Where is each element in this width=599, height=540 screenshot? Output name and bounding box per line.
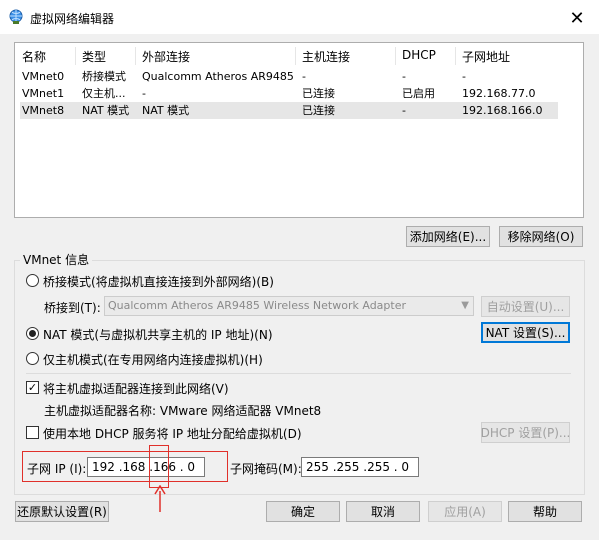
help-button[interactable]: 帮助 [508, 501, 582, 522]
cell-external: Qualcomm Atheros AR9485 ... [142, 70, 298, 83]
column-divider [135, 47, 136, 65]
column-header-dhcp[interactable]: DHCP [402, 48, 436, 62]
window-title: 虚拟网络编辑器 [30, 12, 115, 26]
divider [26, 373, 571, 374]
cell-subnet: 192.168.77.0 [462, 87, 536, 100]
remove-network-button[interactable]: 移除网络(O) [499, 226, 583, 247]
restore-defaults-button[interactable]: 还原默认设置(R) [15, 501, 109, 522]
vmnet-info-label: VMnet 信息 [20, 251, 93, 268]
use-dhcp-checkbox[interactable] [26, 426, 39, 439]
table-row[interactable]: VMnet0 桥接模式 Qualcomm Atheros AR9485 ... … [20, 68, 558, 85]
column-divider [75, 47, 76, 65]
cancel-button[interactable]: 取消 [346, 501, 420, 522]
column-divider [395, 47, 396, 65]
nat-mode-radio[interactable] [26, 327, 39, 340]
hostonly-mode-label[interactable]: 仅主机模式(在专用网络内连接虚拟机)(H) [43, 351, 263, 368]
auto-settings-button[interactable]: 自动设置(U)... [481, 296, 570, 317]
use-dhcp-label[interactable]: 使用本地 DHCP 服务将 IP 地址分配给虚拟机(D) [43, 425, 302, 442]
adapter-name-label: 主机虚拟适配器名称: VMware 网络适配器 VMnet8 [44, 404, 322, 418]
column-header-external[interactable]: 外部连接 [142, 48, 190, 65]
annotation-arrow-icon [154, 485, 166, 512]
subnet-ip-label: 子网 IP (I): [27, 462, 87, 476]
cell-type: NAT 模式 [82, 104, 130, 117]
chevron-down-icon: ▼ [461, 300, 469, 311]
annotation-octet-highlight [149, 445, 169, 488]
cell-external: NAT 模式 [142, 104, 190, 117]
bridged-to-select[interactable]: Qualcomm Atheros AR9485 Wireless Network… [104, 296, 474, 316]
subnet-ip-field[interactable]: 192 .168 .166 . 0 [87, 457, 205, 477]
cell-name: VMnet0 [22, 70, 65, 83]
close-button[interactable]: ✕ [562, 5, 592, 31]
cell-type: 仅主机... [82, 87, 126, 100]
nat-mode-label[interactable]: NAT 模式(与虚拟机共享主机的 IP 地址)(N) [43, 326, 273, 343]
table-row-selected[interactable]: VMnet8 NAT 模式 NAT 模式 已连接 - 192.168.166.0 [20, 102, 558, 119]
connect-adapter-checkbox[interactable]: ✓ [26, 381, 39, 394]
column-header-host[interactable]: 主机连接 [302, 48, 350, 65]
add-network-button[interactable]: 添加网络(E)... [406, 226, 490, 247]
cell-name: VMnet1 [22, 87, 65, 100]
bridged-mode-label[interactable]: 桥接模式(将虚拟机直接连接到外部网络)(B) [43, 273, 274, 290]
column-header-type[interactable]: 类型 [82, 48, 106, 65]
cell-external: - [142, 87, 146, 100]
cell-subnet: 192.168.166.0 [462, 104, 543, 117]
bridged-mode-radio[interactable] [26, 274, 39, 287]
network-table[interactable]: 名称 类型 外部连接 主机连接 DHCP 子网地址 VMnet0 桥接模式 Qu… [14, 42, 584, 218]
ok-button[interactable]: 确定 [266, 501, 340, 522]
apply-button[interactable]: 应用(A) [428, 501, 502, 522]
nat-settings-button[interactable]: NAT 设置(S)... [481, 322, 570, 343]
cell-dhcp: 已启用 [402, 87, 435, 100]
subnet-mask-field[interactable]: 255 .255 .255 . 0 [301, 457, 419, 477]
cell-name: VMnet8 [22, 104, 65, 117]
cell-dhcp: - [402, 104, 406, 117]
hostonly-mode-radio[interactable] [26, 352, 39, 365]
column-divider [295, 47, 296, 65]
bridged-to-value: Qualcomm Atheros AR9485 Wireless Network… [108, 299, 406, 312]
subnet-mask-label: 子网掩码(M): [230, 462, 302, 476]
cell-dhcp: - [402, 70, 406, 83]
column-header-name[interactable]: 名称 [22, 48, 46, 65]
column-header-subnet[interactable]: 子网地址 [462, 48, 510, 65]
column-divider [455, 47, 456, 65]
connect-adapter-label[interactable]: 将主机虚拟适配器连接到此网络(V) [43, 380, 229, 397]
cell-subnet: - [462, 70, 466, 83]
network-globe-icon [9, 9, 23, 24]
cell-type: 桥接模式 [82, 70, 126, 83]
bridged-to-label: 桥接到(T): [44, 301, 101, 315]
cell-host: 已连接 [302, 87, 335, 100]
cell-host: - [302, 70, 306, 83]
cell-host: 已连接 [302, 104, 335, 117]
table-row[interactable]: VMnet1 仅主机... - 已连接 已启用 192.168.77.0 [20, 85, 558, 102]
dhcp-settings-button[interactable]: DHCP 设置(P)... [481, 422, 570, 443]
